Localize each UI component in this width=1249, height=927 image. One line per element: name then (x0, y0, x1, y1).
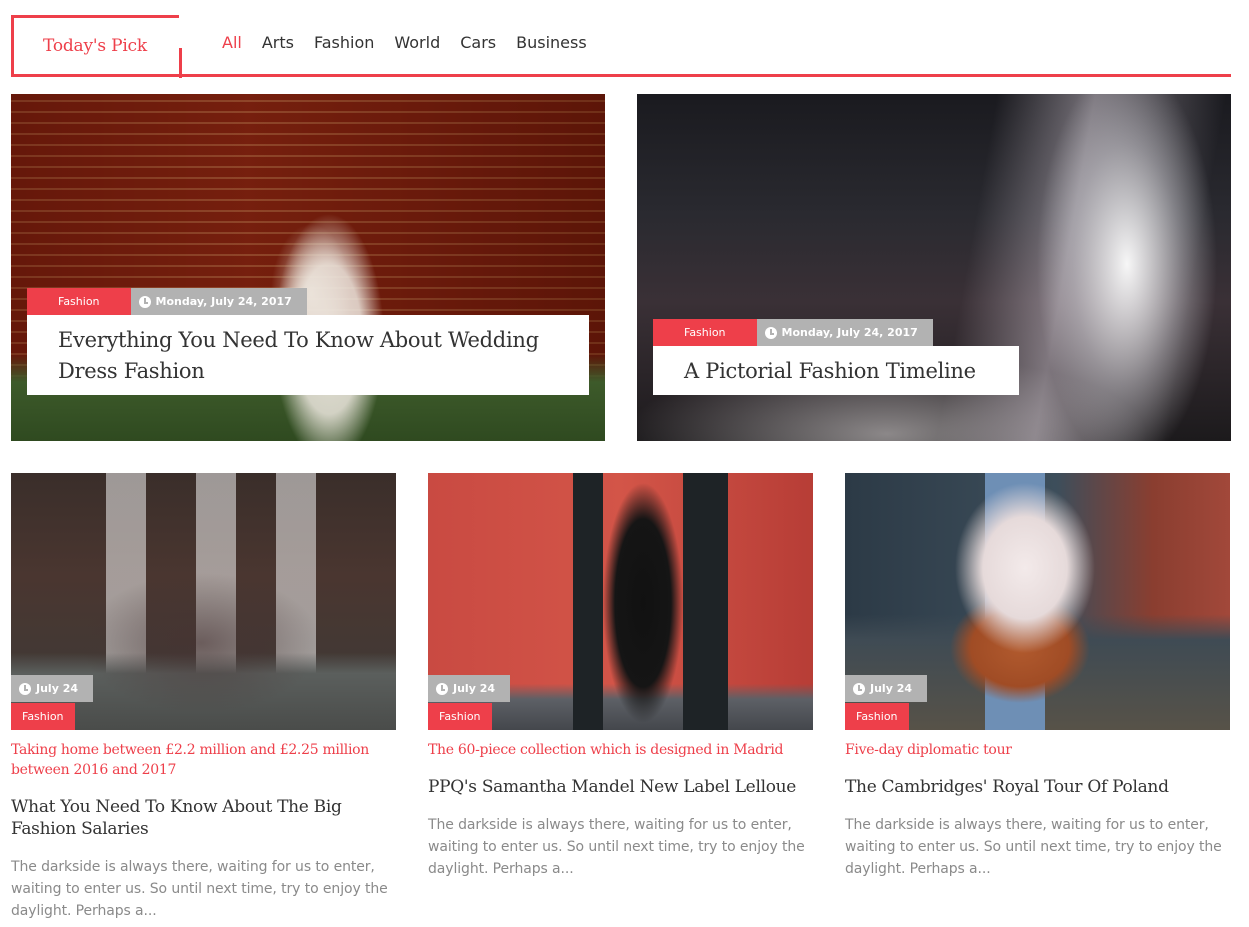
date-badge: Monday, July 24, 2017 (756, 319, 933, 346)
post-card: July 24 Fashion Five-day diplomatic tour… (845, 473, 1230, 880)
post-title[interactable]: PPQ's Samantha Mandel New Label Lelloue (428, 776, 813, 798)
featured-title-box: A Pictorial Fashion Timeline (653, 346, 1019, 395)
tab-arts[interactable]: Arts (262, 33, 294, 52)
post-excerpt: The darkside is always there, waiting fo… (11, 859, 388, 919)
section-header: Today's Pick All Arts Fashion World Cars… (11, 15, 1231, 78)
post-excerpt: The darkside is always there, waiting fo… (428, 817, 805, 877)
post-card: July 24 Fashion Taking home between £2.2… (11, 473, 396, 922)
featured-title[interactable]: Everything You Need To Know About Weddin… (58, 325, 557, 387)
post-date: Monday, July 24, 2017 (155, 295, 292, 308)
post-image[interactable]: July 24 Fashion (11, 473, 396, 730)
clock-icon (138, 295, 151, 308)
post-card: July 24 Fashion The 60-piece collection … (428, 473, 813, 880)
header-underline (11, 74, 1231, 77)
category-badge[interactable]: Fashion (653, 319, 757, 346)
post-title[interactable]: The Cambridges' Royal Tour Of Poland (845, 776, 1230, 798)
date-badge: July 24 (11, 675, 94, 702)
category-badge[interactable]: Fashion (428, 703, 492, 730)
tab-cars[interactable]: Cars (460, 33, 496, 52)
featured-post-runway[interactable]: Fashion Monday, July 24, 2017 A Pictoria… (637, 94, 1231, 441)
post-image[interactable]: July 24 Fashion (845, 473, 1230, 730)
post-image[interactable]: July 24 Fashion (428, 473, 813, 730)
clock-icon (436, 682, 448, 695)
post-date: July 24 (453, 682, 496, 695)
post-date: July 24 (36, 682, 79, 695)
post-excerpt: The darkside is always there, waiting fo… (845, 817, 1222, 877)
category-badge[interactable]: Fashion (845, 703, 909, 730)
category-tabs: All Arts Fashion World Cars Business (222, 33, 607, 52)
section-title: Today's Pick (43, 36, 147, 56)
clock-icon (764, 326, 777, 339)
post-date: Monday, July 24, 2017 (781, 326, 918, 339)
post-meta: Fashion Monday, July 24, 2017 (27, 288, 307, 315)
date-badge: July 24 (845, 675, 928, 702)
featured-post-wedding[interactable]: Fashion Monday, July 24, 2017 Everything… (11, 94, 605, 441)
tab-world[interactable]: World (394, 33, 440, 52)
tab-fashion[interactable]: Fashion (314, 33, 374, 52)
post-date: July 24 (870, 682, 913, 695)
featured-title-box: Everything You Need To Know About Weddin… (27, 315, 589, 395)
clock-icon (19, 682, 31, 695)
post-kicker: Taking home between £2.2 million and £2.… (11, 742, 369, 778)
category-badge[interactable]: Fashion (11, 703, 75, 730)
post-title[interactable]: What You Need To Know About The Big Fash… (11, 796, 396, 840)
date-badge: July 24 (428, 675, 511, 702)
featured-title[interactable]: A Pictorial Fashion Timeline (684, 356, 987, 387)
date-badge: Monday, July 24, 2017 (130, 288, 307, 315)
post-meta: Fashion Monday, July 24, 2017 (653, 319, 933, 346)
post-kicker: Five-day diplomatic tour (845, 742, 1012, 758)
category-badge[interactable]: Fashion (27, 288, 131, 315)
tab-business[interactable]: Business (516, 33, 587, 52)
clock-icon (853, 682, 865, 695)
tab-all[interactable]: All (222, 33, 242, 52)
section-title-frame: Today's Pick (11, 15, 182, 78)
post-kicker: The 60-piece collection which is designe… (428, 742, 784, 758)
